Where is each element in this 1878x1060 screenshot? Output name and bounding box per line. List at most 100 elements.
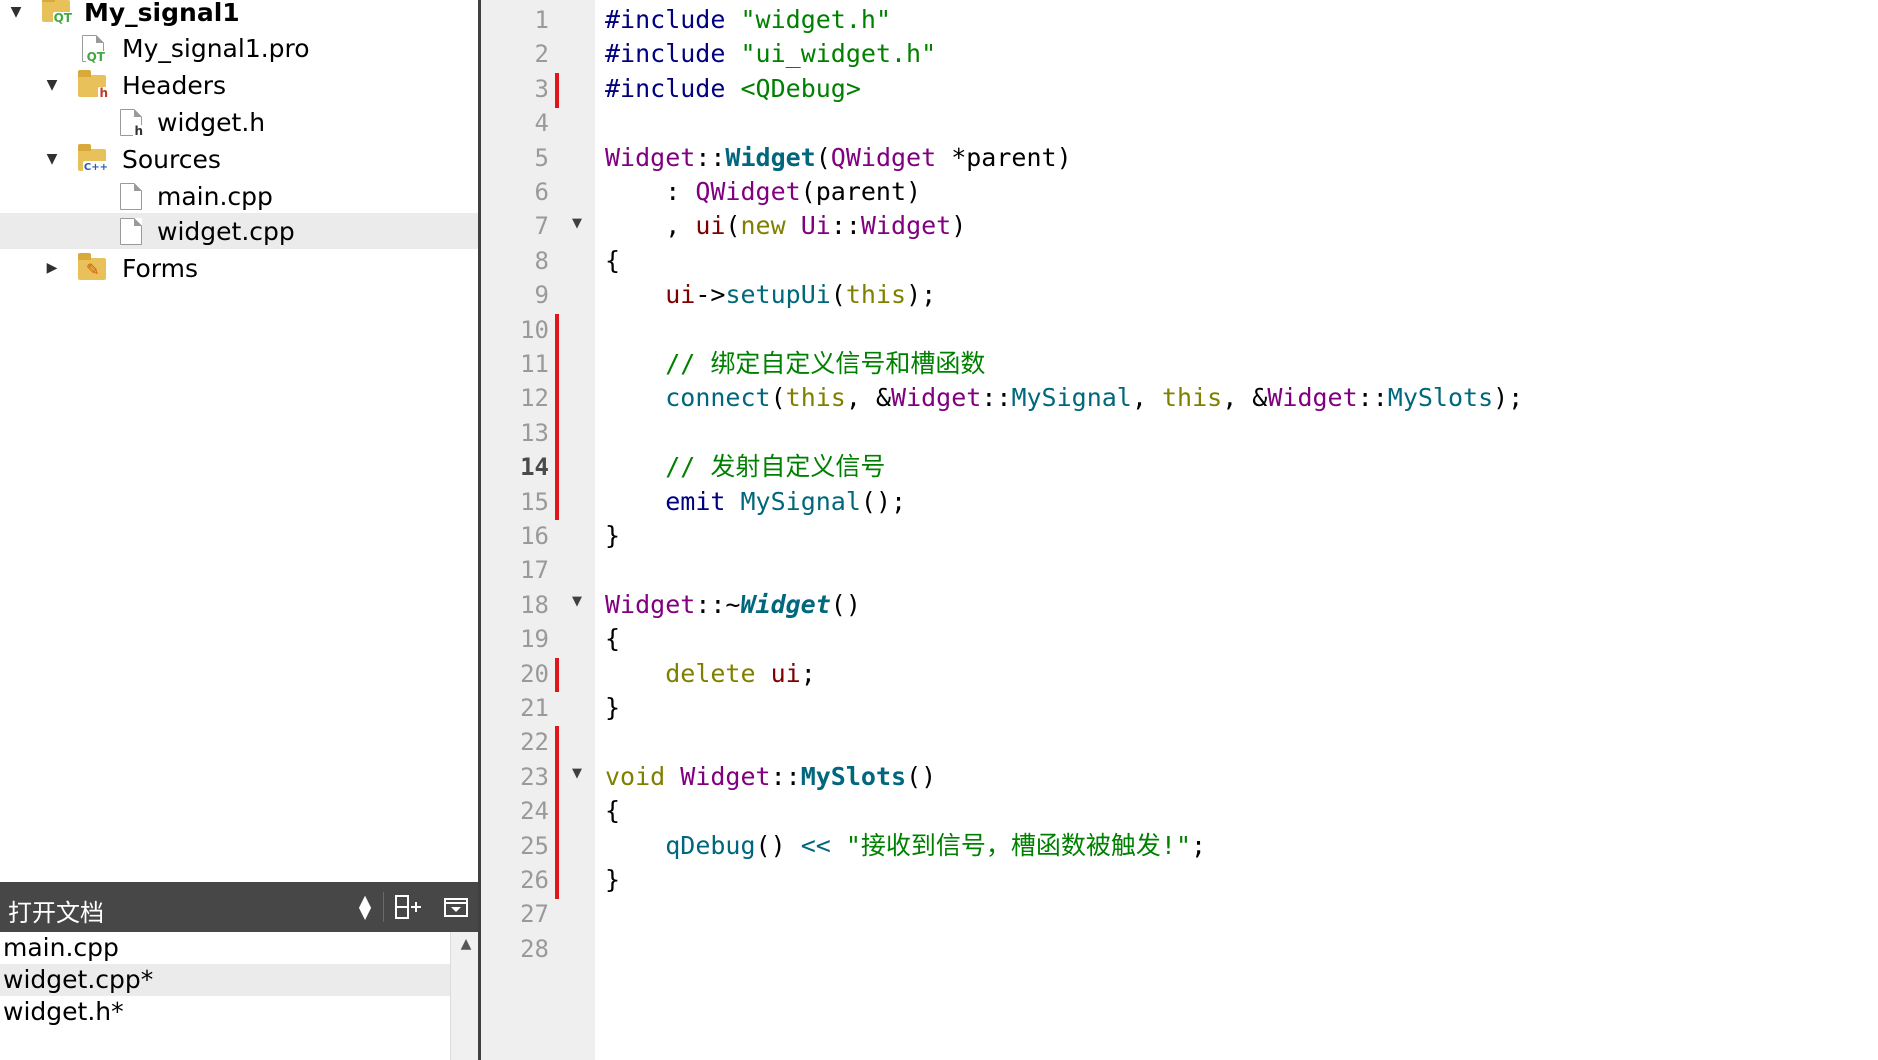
line-number: 23 — [520, 762, 549, 791]
code-line-19: { — [605, 624, 621, 654]
tree-item-forms[interactable]: ▶ ✎ Forms — [0, 250, 480, 286]
open-documents-list: main.cpp widget.cpp* widget.h* — [0, 932, 480, 1060]
code-line-8: { — [605, 245, 621, 275]
tree-item-label: main.cpp — [157, 181, 273, 211]
qt-project-folder-icon: QT — [42, 0, 73, 25]
fold-arrow-icon[interactable]: ▼ — [568, 593, 586, 611]
code-line-7: , ui(new Ui::Widget) — [605, 211, 967, 241]
line-number: 11 — [520, 350, 549, 378]
code-line-18: Widget::~Widget() — [605, 589, 861, 619]
line-number: 21 — [520, 694, 549, 722]
code-line-11: // 绑定自定义信号和槽函数 — [665, 349, 986, 378]
tree-item-label: Forms — [122, 253, 199, 283]
line-number: 18 — [520, 590, 549, 619]
line-number: 22 — [520, 728, 549, 757]
sources-folder-icon: C++ — [78, 144, 109, 174]
left-panel: ▼ QT My_signal1 QT My_signal1.pro ▼ h He… — [0, 0, 480, 1060]
tree-item-label: widget.h — [157, 107, 266, 137]
code-editor[interactable]: 1 2 3 4 5 6 7 8 9 10 11 12 13 14 15 16 17 18 19 20 21 22 23 24 2… — [481, 0, 1878, 1060]
tree-item-label: My_signal1 — [84, 0, 240, 27]
line-number: 27 — [520, 900, 549, 929]
open-document-item[interactable]: main.cpp — [0, 932, 450, 964]
tree-item-label: My_signal1.pro — [122, 33, 310, 63]
collapse-panel-icon[interactable] — [440, 892, 472, 922]
change-marker — [555, 726, 559, 762]
tree-item-main-cpp[interactable]: main.cpp — [0, 178, 480, 214]
project-tree: ▼ QT My_signal1 QT My_signal1.pro ▼ h He… — [0, 0, 480, 882]
code-line-25: qDebug() << "接收到信号，槽函数被触发!"; — [665, 830, 1207, 860]
line-number: 3 — [534, 74, 549, 103]
change-marker — [555, 795, 559, 831]
code-line-23: void Widget::MySlots() — [605, 761, 937, 791]
line-number-gutter: 1 2 3 4 5 6 7 8 9 10 11 12 13 14 15 16 17 18 19 20 21 22 23 24 2… — [481, 0, 595, 1060]
code-line-26: } — [605, 865, 621, 894]
cpp-file-icon — [120, 183, 142, 210]
line-number: 8 — [534, 246, 549, 275]
line-number: 9 — [534, 281, 549, 310]
collapse-panel-icon-graphic — [444, 898, 468, 917]
forms-folder-icon: ✎ — [78, 253, 106, 280]
change-marker — [555, 382, 559, 418]
sort-updown-icon[interactable]: ▲ ▼ — [352, 892, 378, 922]
code-line-21: } — [605, 693, 621, 722]
fold-arrow-icon[interactable]: ▼ — [568, 765, 586, 783]
change-marker — [555, 451, 559, 487]
tree-item-headers[interactable]: ▼ h Headers — [0, 67, 480, 103]
headers-folder-icon: h — [78, 70, 109, 100]
line-number: 6 — [534, 178, 549, 206]
tree-item-widget-cpp[interactable]: widget.cpp — [0, 213, 480, 249]
tree-item-label: Headers — [122, 70, 227, 100]
code-line-16: } — [605, 521, 621, 550]
chevron-right-icon[interactable]: ▶ — [42, 258, 62, 278]
change-marker — [555, 72, 559, 108]
line-number: 4 — [534, 109, 549, 138]
line-number: 10 — [520, 315, 549, 344]
chevron-down-icon[interactable]: ▼ — [42, 75, 62, 95]
line-number: 28 — [520, 934, 549, 963]
code-line-14: // 发射自定义信号 — [665, 452, 886, 482]
open-document-item[interactable]: widget.h* — [0, 996, 450, 1028]
code-line-9: ui->setupUi(this); — [665, 280, 937, 310]
open-document-item-selected[interactable]: widget.cpp* — [0, 964, 450, 996]
line-number: 12 — [520, 384, 549, 413]
code-line-6: : QWidget(parent) — [605, 177, 922, 206]
tree-item-widget-h[interactable]: h widget.h — [0, 104, 480, 140]
tree-item-pro-file[interactable]: QT My_signal1.pro — [0, 30, 480, 66]
chevron-down-icon[interactable]: ▼ — [42, 149, 62, 169]
code-line-12: connect(this, &Widget::MySignal, this, &… — [665, 383, 1524, 413]
open-documents-header: 打开文档 ▲ ▼ — [0, 882, 480, 932]
tree-item-project[interactable]: ▼ QT My_signal1 — [0, 0, 480, 30]
code-line-15: emit MySignal(); — [665, 486, 907, 516]
open-documents-scrollbar[interactable]: ▲ — [450, 932, 480, 1060]
tree-item-label: widget.cpp — [157, 216, 295, 246]
qt-pro-file-icon: QT — [82, 35, 106, 64]
code-area[interactable]: #include "widget.h" #include "ui_widget.… — [595, 0, 1878, 1060]
line-number: 24 — [520, 797, 549, 826]
change-marker — [555, 829, 559, 865]
code-line-5: Widget::Widget(QWidget *parent) — [605, 142, 1072, 172]
change-marker — [555, 348, 559, 383]
open-documents-title: 打开文档 — [8, 899, 104, 927]
line-number: 25 — [520, 831, 549, 860]
line-number: 2 — [534, 40, 549, 69]
tree-item-label: Sources — [122, 144, 221, 174]
line-number: 1 — [534, 6, 549, 34]
split-add-icon-graphic — [395, 895, 421, 919]
scroll-up-arrow-icon[interactable]: ▲ — [451, 932, 481, 956]
change-marker — [555, 313, 559, 349]
line-number: 13 — [520, 418, 549, 447]
code-line-3: #include <QDebug> — [605, 73, 861, 103]
change-marker — [555, 760, 559, 796]
split-add-icon[interactable] — [390, 892, 428, 922]
fold-arrow-icon[interactable]: ▼ — [568, 214, 586, 232]
chevron-down-icon[interactable]: ▼ — [6, 2, 26, 22]
line-number: 14 — [520, 453, 549, 482]
line-number: 26 — [520, 866, 549, 894]
change-marker — [555, 485, 559, 521]
line-number: 15 — [520, 487, 549, 516]
header-separator — [383, 892, 384, 922]
tree-item-sources[interactable]: ▼ C++ Sources — [0, 141, 480, 177]
line-number: 7 — [534, 212, 549, 241]
cpp-file-icon — [120, 218, 142, 245]
code-line-1: #include "widget.h" — [605, 5, 891, 34]
